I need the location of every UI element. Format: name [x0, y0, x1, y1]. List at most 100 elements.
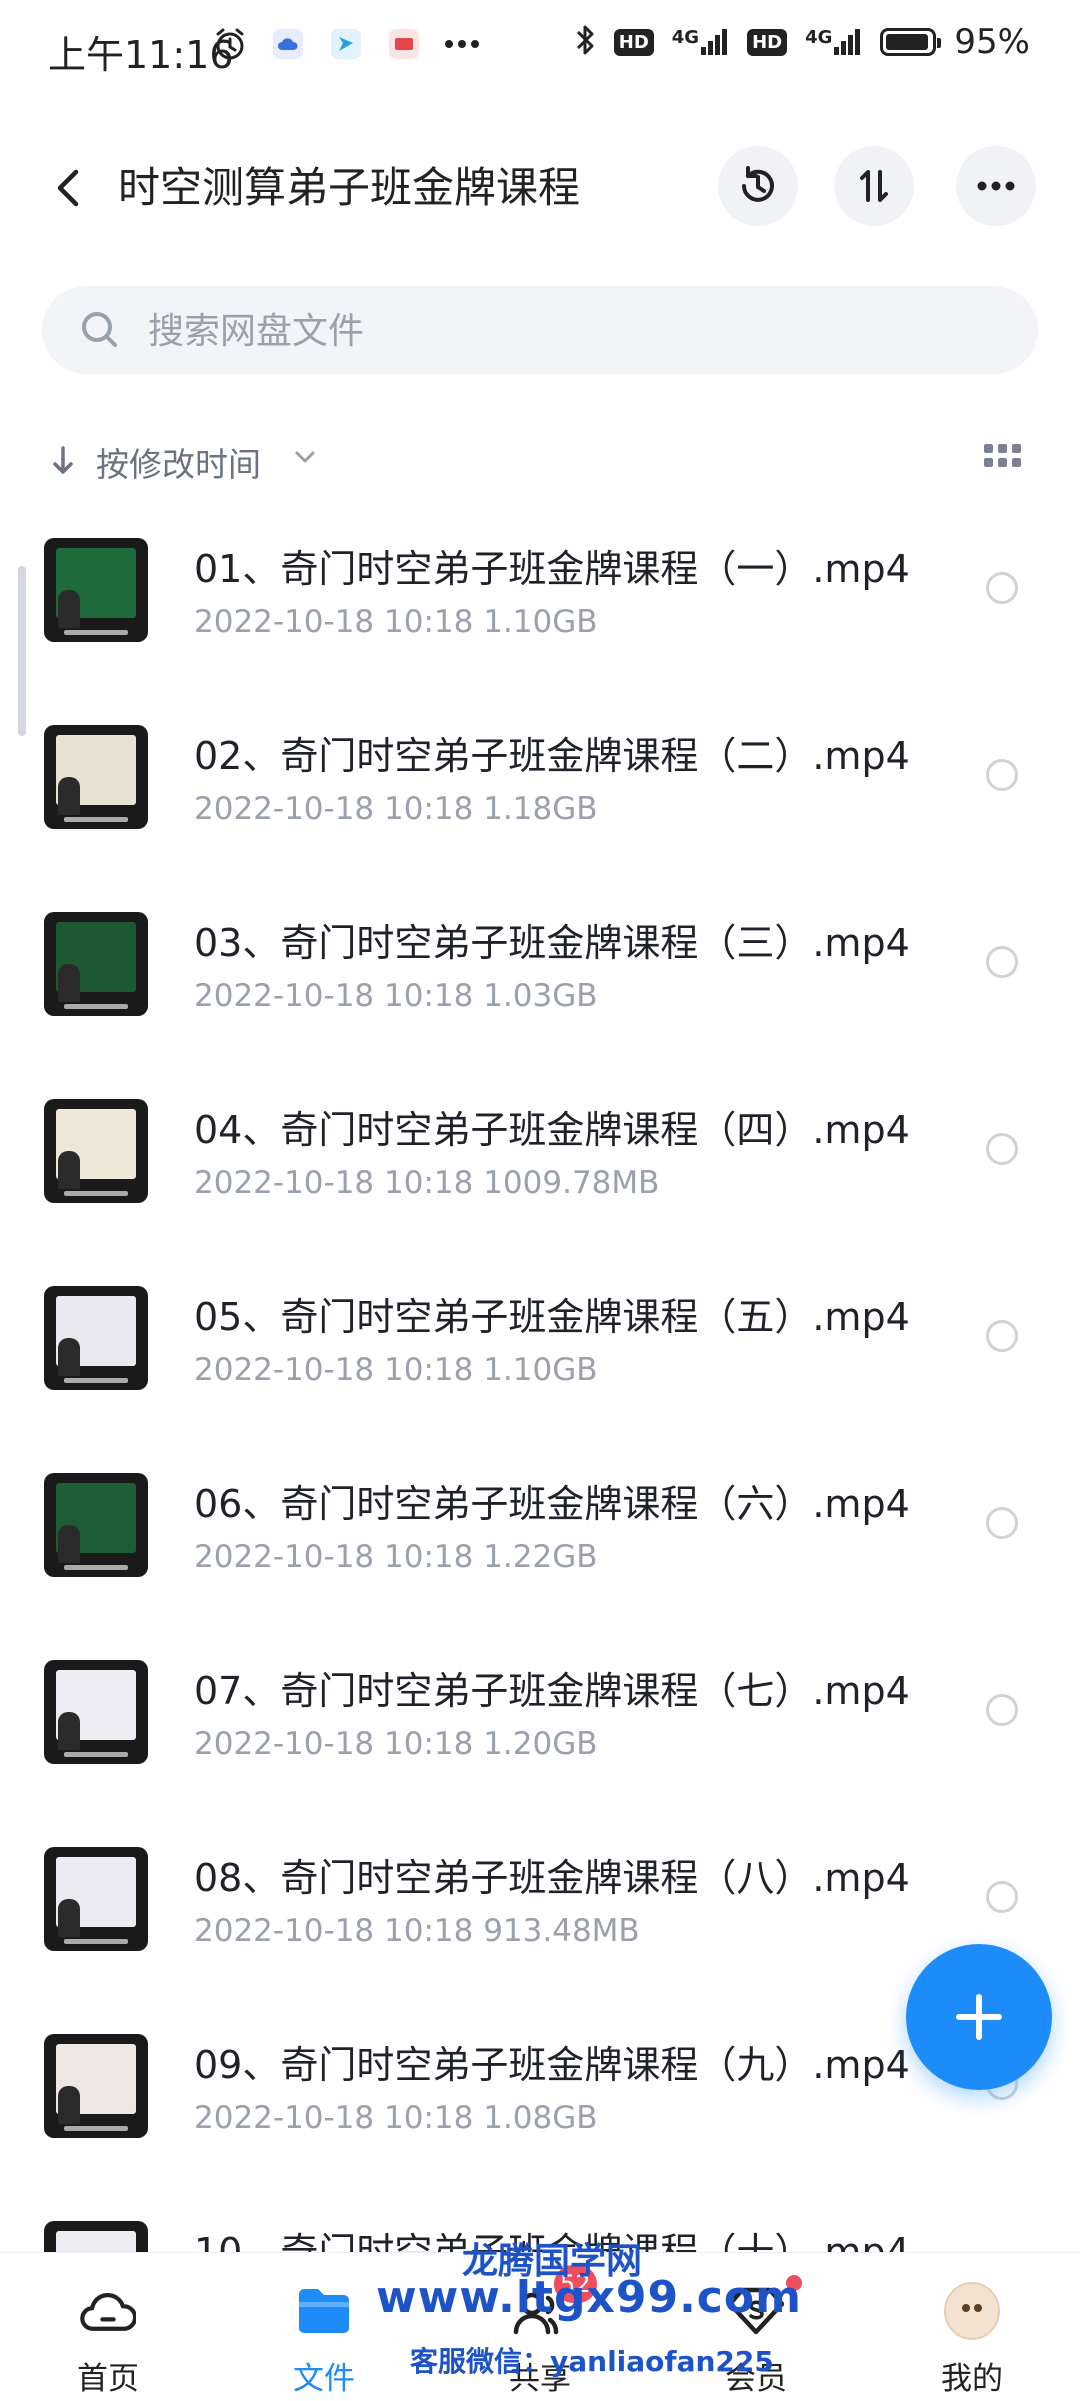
history-button[interactable]	[718, 146, 798, 226]
file-meta: 2022-10-18 10:18 1.03GB	[194, 978, 598, 1014]
add-button[interactable]	[906, 1944, 1052, 2090]
avatar-icon	[944, 2282, 1000, 2340]
select-radio[interactable]	[986, 1320, 1018, 1352]
thumbnail-caption	[64, 1752, 128, 1757]
thumbnail-caption	[64, 2126, 128, 2131]
back-arrow-icon	[57, 169, 79, 207]
search-icon	[82, 312, 117, 347]
file-meta: 2022-10-18 10:18 1.22GB	[194, 1539, 598, 1575]
back-button[interactable]	[40, 160, 96, 216]
battery-fill	[886, 34, 929, 50]
video-thumbnail	[44, 2034, 148, 2138]
file-name: 04、奇门时空弟子班金牌课程（四）.mp4	[194, 1108, 910, 1152]
sort-label[interactable]: 按修改时间	[96, 438, 261, 486]
thumbnail-caption	[64, 630, 128, 635]
battery-icon	[880, 28, 942, 56]
thumbnail-person	[58, 1338, 80, 1376]
bluetooth-icon	[574, 23, 596, 61]
thumbnail-person	[58, 1151, 80, 1189]
file-name: 05、奇门时空弟子班金牌课程（五）.mp4	[194, 1295, 910, 1339]
file-meta: 2022-10-18 10:18 1009.78MB	[194, 1165, 660, 1201]
file-row[interactable]: 04、奇门时空弟子班金牌课程（四）.mp4 2022-10-18 10:18 10…	[0, 1081, 1080, 1268]
signal-icon-2: 4G	[805, 29, 862, 55]
thumbnail-person	[58, 777, 80, 815]
video-thumbnail	[44, 538, 148, 642]
alarm-icon	[212, 26, 248, 62]
sort-button[interactable]	[834, 146, 914, 226]
video-thumbnail	[44, 1660, 148, 1764]
tab-profile[interactable]: 我的	[882, 2253, 1062, 2401]
thumbnail-caption	[64, 1191, 128, 1196]
file-meta: 2022-10-18 10:18 1.10GB	[194, 604, 598, 640]
sort-down-arrow-icon	[53, 446, 73, 474]
network-label-2: 4G	[805, 27, 833, 48]
hd-label-2: HD	[747, 28, 788, 56]
more-dots-icon	[444, 26, 480, 62]
network-label: 4G	[671, 27, 700, 48]
thumbnail-person	[58, 1525, 80, 1563]
file-row[interactable]: 02、奇门时空弟子班金牌课程（二）.mp4 2022-10-18 10:18 1.…	[0, 707, 1080, 894]
status-right: HD 4G HD 4G 95%	[574, 22, 1030, 62]
folder-icon	[296, 2283, 352, 2339]
select-radio[interactable]	[986, 1881, 1018, 1913]
file-list: 01、奇门时空弟子班金牌课程（一）.mp4 2022-10-18 10:18 1.…	[0, 520, 1080, 2390]
file-name: 08、奇门时空弟子班金牌课程（八）.mp4	[194, 1856, 910, 1900]
select-radio[interactable]	[986, 1694, 1018, 1726]
video-thumbnail	[44, 1847, 148, 1951]
video-thumbnail	[44, 1099, 148, 1203]
more-button[interactable]	[956, 146, 1036, 226]
select-radio[interactable]	[986, 1507, 1018, 1539]
plus-icon	[956, 1994, 1002, 2040]
news-app-icon	[386, 26, 422, 62]
messaging-app-icon	[328, 26, 364, 62]
file-row[interactable]: 03、奇门时空弟子班金牌课程（三）.mp4 2022-10-18 10:18 1.…	[0, 894, 1080, 1081]
video-thumbnail	[44, 725, 148, 829]
thumbnail-person	[58, 1899, 80, 1937]
search-bar[interactable]	[42, 286, 1038, 376]
tab-home[interactable]: 首页	[18, 2253, 198, 2401]
video-thumbnail	[44, 1473, 148, 1577]
file-name: 01、奇门时空弟子班金牌课程（一）.mp4	[194, 547, 910, 591]
thumbnail-caption	[64, 1939, 128, 1944]
video-thumbnail	[44, 912, 148, 1016]
select-radio[interactable]	[986, 1133, 1018, 1165]
thumbnail-caption	[64, 1565, 128, 1570]
file-row[interactable]: 07、奇门时空弟子班金牌课程（七）.mp4 2022-10-18 10:18 1.…	[0, 1642, 1080, 1829]
file-meta: 2022-10-18 10:18 1.08GB	[194, 2100, 598, 2136]
file-name: 03、奇门时空弟子班金牌课程（三）.mp4	[194, 921, 910, 965]
file-meta: 2022-10-18 10:18 1.20GB	[194, 1726, 598, 1762]
more-icon	[977, 181, 1015, 191]
sort-icon	[860, 170, 888, 202]
file-row[interactable]: 05、奇门时空弟子班金牌课程（五）.mp4 2022-10-18 10:18 1.…	[0, 1268, 1080, 1455]
search-input[interactable]	[146, 286, 1010, 376]
file-row[interactable]: 06、奇门时空弟子班金牌课程（六）.mp4 2022-10-18 10:18 1.…	[0, 1455, 1080, 1642]
cloud-app-icon	[270, 26, 306, 62]
avatar-wrapper	[944, 2282, 1000, 2340]
header: 时空测算弟子班金牌课程	[0, 140, 1080, 240]
page-title: 时空测算弟子班金牌课程	[118, 163, 581, 212]
chevron-down-icon[interactable]	[294, 450, 316, 464]
file-row[interactable]: 01、奇门时空弟子班金牌课程（一）.mp4 2022-10-18 10:18 1.…	[0, 520, 1080, 707]
thumbnail-person	[58, 964, 80, 1002]
file-name: 09、奇门时空弟子班金牌课程（九）.mp4	[194, 2043, 910, 2087]
thumbnail-person	[58, 1712, 80, 1750]
file-meta: 2022-10-18 10:18 913.48MB	[194, 1913, 640, 1949]
watermark-url: www.ltgx99.com	[376, 2272, 802, 2323]
select-radio[interactable]	[986, 572, 1018, 604]
status-bar: 上午11:16 HD 4G HD 4G 95%	[0, 0, 1080, 98]
hd-label: HD	[613, 28, 654, 56]
select-radio[interactable]	[986, 946, 1018, 978]
tab-label: 首页	[77, 2361, 139, 2397]
sort-bar: 按修改时间	[0, 430, 1080, 490]
battery-percent: 95%	[954, 22, 1030, 62]
select-radio[interactable]	[986, 759, 1018, 791]
thumbnail-caption	[64, 1378, 128, 1383]
file-name: 07、奇门时空弟子班金牌课程（七）.mp4	[194, 1669, 910, 1713]
file-name: 06、奇门时空弟子班金牌课程（六）.mp4	[194, 1482, 910, 1526]
thumbnail-person	[58, 590, 80, 628]
status-left-icons	[212, 26, 480, 62]
file-meta: 2022-10-18 10:18 1.10GB	[194, 1352, 598, 1388]
grid-view-icon[interactable]	[984, 444, 1021, 474]
watermark-wechat: 客服微信：yanliaofan225	[410, 2345, 774, 2378]
file-name: 02、奇门时空弟子班金牌课程（二）.mp4	[194, 734, 910, 778]
